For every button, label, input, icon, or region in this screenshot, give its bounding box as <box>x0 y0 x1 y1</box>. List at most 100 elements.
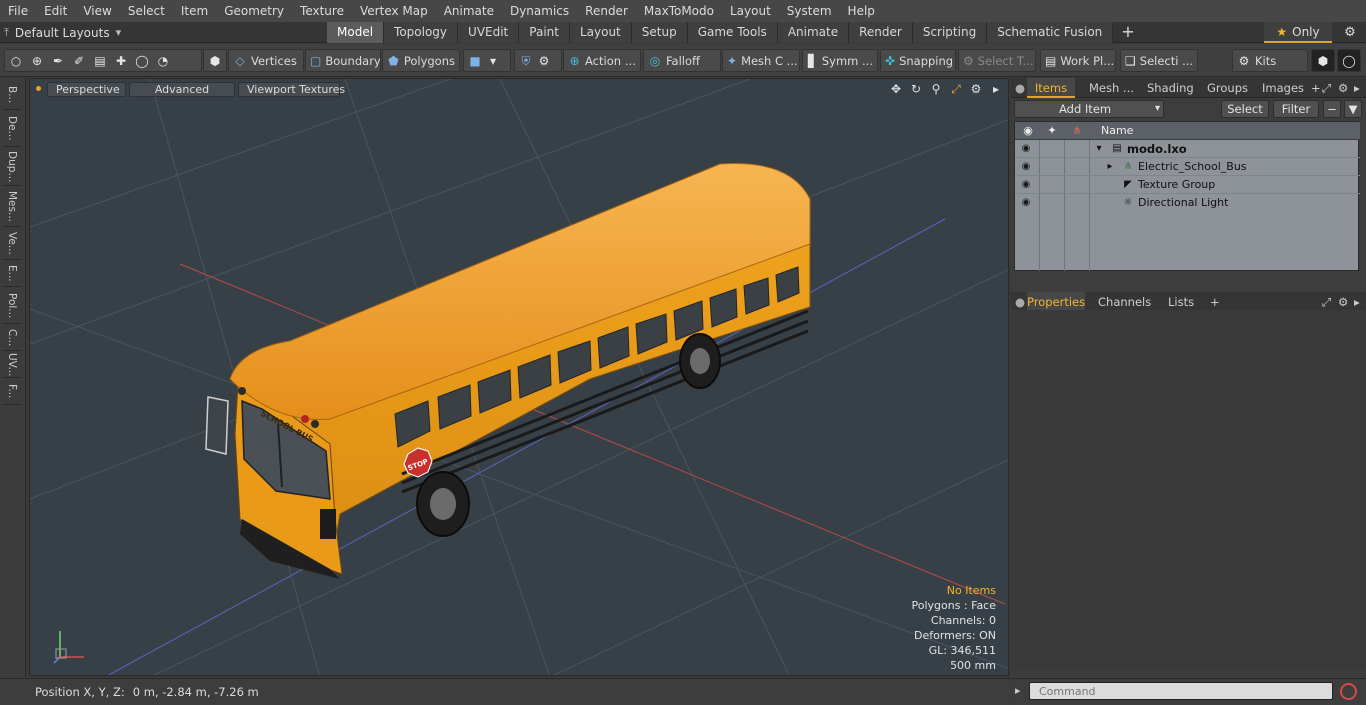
vtab-deform[interactable]: De... <box>3 111 21 147</box>
maximize-view-icon[interactable]: ⤢ <box>948 81 964 97</box>
only-toggle[interactable]: ★ Only <box>1264 22 1332 43</box>
circle-select-icon[interactable]: ○ <box>9 54 23 68</box>
vertices-button[interactable]: ◇ Vertices <box>228 49 304 72</box>
add-props-tab-button[interactable]: + <box>1210 292 1220 312</box>
expand-panel-icon[interactable]: ⤢ <box>1322 292 1331 312</box>
brush-icon[interactable]: ✐ <box>72 54 86 68</box>
boundary-button[interactable]: ▢ Boundary <box>305 49 381 72</box>
menu-vertex-map[interactable]: Vertex Map <box>352 0 436 22</box>
tab-game-tools[interactable]: Game Tools <box>687 22 778 43</box>
gizmo-icon[interactable]: ⚙ <box>537 54 551 68</box>
tab-images[interactable]: Images <box>1262 78 1304 98</box>
vtab-edge[interactable]: E... <box>3 261 21 287</box>
menu-texture[interactable]: Texture <box>292 0 352 22</box>
menu-select[interactable]: Select <box>120 0 173 22</box>
vtab-curve[interactable]: C... <box>3 325 21 351</box>
menu-render[interactable]: Render <box>577 0 636 22</box>
viewport-play-icon[interactable]: ▸ <box>988 81 1004 97</box>
tab-animate[interactable]: Animate <box>777 22 850 43</box>
tab-groups[interactable]: Groups <box>1207 78 1248 98</box>
command-input[interactable] <box>1029 682 1333 700</box>
select-button[interactable]: Select <box>1221 100 1269 118</box>
viewport-textures-dropdown[interactable]: Viewport Textures <box>238 82 345 97</box>
rotate-view-icon[interactable]: ↻ <box>908 81 924 97</box>
menu-system[interactable]: System <box>779 0 840 22</box>
panel-gear-icon[interactable]: ⚙ <box>1338 292 1348 312</box>
viewport-gear-icon[interactable]: ⚙ <box>968 81 984 97</box>
work-plane-button[interactable]: ▤ Work Pl... <box>1040 49 1116 72</box>
tab-scripting[interactable]: Scripting <box>912 22 988 43</box>
unity-button[interactable]: ⬢ <box>1311 49 1335 72</box>
polygons-button[interactable]: ⬟ Polygons <box>382 49 460 72</box>
panel-menu-arrow-icon[interactable]: ▸ <box>1354 292 1360 312</box>
eye-icon[interactable]: ◉ <box>1020 196 1032 210</box>
falloff-button[interactable]: ◎ Falloff <box>643 49 721 72</box>
action-center-button[interactable]: ⊕ Action... <box>563 49 641 72</box>
menu-dynamics[interactable]: Dynamics <box>502 0 577 22</box>
vtab-uv[interactable]: UV... <box>3 352 21 378</box>
menu-edit[interactable]: Edit <box>36 0 75 22</box>
tab-mesh[interactable]: Mesh ... <box>1089 78 1134 98</box>
menu-view[interactable]: View <box>75 0 119 22</box>
tree-row-mesh[interactable]: ◉ ▸ ⋔ Electric_School_Bus <box>1015 158 1360 176</box>
add-panel-tab-icon[interactable]: + <box>1311 78 1321 98</box>
tab-channels[interactable]: Channels <box>1098 292 1151 312</box>
tab-render[interactable]: Render <box>849 22 913 43</box>
zoom-view-icon[interactable]: ⚲ <box>928 81 944 97</box>
perspective-dropdown[interactable]: Perspective <box>47 82 126 97</box>
eye-icon[interactable]: ◉ <box>1020 178 1032 192</box>
record-macro-icon[interactable] <box>1340 683 1357 700</box>
tree-row-light[interactable]: ◉ ☼ Directional Light <box>1015 194 1360 212</box>
locator-column-icon[interactable]: ⋔ <box>1066 122 1088 140</box>
filter-button[interactable]: Filter <box>1273 100 1319 118</box>
vtab-fusion[interactable]: F... <box>3 379 21 405</box>
vtab-mesh-edit[interactable]: Mes... <box>3 187 21 227</box>
collapse-triangle-icon[interactable]: ▾ <box>1093 143 1105 155</box>
visibility-column-eye-icon[interactable]: ◉ <box>1018 122 1038 140</box>
menu-maxtomodo[interactable]: MaxToModo <box>636 0 722 22</box>
menu-geometry[interactable]: Geometry <box>216 0 292 22</box>
globe-icon[interactable]: ⊕ <box>30 54 44 68</box>
align-icon[interactable]: ▤ <box>93 54 107 68</box>
tree-row-texture-group[interactable]: ◉ ◤ Texture Group <box>1015 176 1360 194</box>
panel-menu-arrow-icon[interactable]: ▸ <box>1354 78 1360 98</box>
scale-icon[interactable]: ◔ <box>156 54 170 68</box>
tab-paint[interactable]: Paint <box>519 22 570 43</box>
panel-gear-icon[interactable]: ⚙ <box>1338 78 1348 98</box>
lock-column-icon[interactable]: ✦ <box>1041 122 1063 140</box>
kits-button[interactable]: ⚙ Kits <box>1232 49 1308 72</box>
name-column-header[interactable]: Name <box>1101 122 1133 140</box>
layouts-dropdown[interactable]: ⤒ Default Layouts ▾ <box>4 22 121 43</box>
item-mode-button[interactable]: ■ ▾ <box>463 49 511 72</box>
tab-topology[interactable]: Topology <box>384 22 459 43</box>
vtab-basic[interactable]: B... <box>3 80 21 110</box>
tab-properties[interactable]: Properties <box>1027 292 1085 312</box>
vtab-polygon[interactable]: Pol... <box>3 288 21 324</box>
tab-items[interactable]: Items <box>1027 78 1075 98</box>
eye-icon[interactable]: ◉ <box>1020 142 1032 156</box>
tree-row-scene[interactable]: ◉ ▾ ▤ modo.lxo <box>1015 140 1360 158</box>
snapping-button[interactable]: ✜ Snapping <box>880 49 956 72</box>
vtab-duplicate[interactable]: Dup... <box>3 148 21 186</box>
move-view-icon[interactable]: ✥ <box>888 81 904 97</box>
funnel-filter-icon[interactable]: ▼ <box>1344 100 1362 118</box>
command-arrow-icon[interactable]: ▸ <box>1015 684 1021 697</box>
menu-item[interactable]: Item <box>173 0 216 22</box>
menu-file[interactable]: File <box>0 0 36 22</box>
select-through-button[interactable]: ⚙ Select T... <box>958 49 1036 72</box>
viewport-options-dot[interactable] <box>36 86 41 91</box>
symmetry-button[interactable]: ▋ Symm ... <box>802 49 878 72</box>
tab-shading[interactable]: Shading <box>1147 78 1194 98</box>
selection-sets-button[interactable]: ❑ Selecti ... <box>1120 49 1198 72</box>
add-tab-button[interactable]: + <box>1113 22 1142 43</box>
transform-icon[interactable]: ✚ <box>114 54 128 68</box>
eye-icon[interactable]: ◉ <box>1020 160 1032 174</box>
tab-uvedit[interactable]: UVEdit <box>458 22 520 43</box>
layout-up-arrow-icon[interactable]: ⤒ <box>4 26 9 40</box>
tab-lists[interactable]: Lists <box>1168 292 1194 312</box>
unreal-button[interactable]: ◯ <box>1337 49 1361 72</box>
mesh-constraint-button[interactable]: ✦ Mesh C ... <box>722 49 800 72</box>
tab-model[interactable]: Model <box>327 22 385 43</box>
advanced-dropdown[interactable]: Advanced <box>129 82 235 97</box>
vtab-vertex[interactable]: Ve... <box>3 228 21 260</box>
